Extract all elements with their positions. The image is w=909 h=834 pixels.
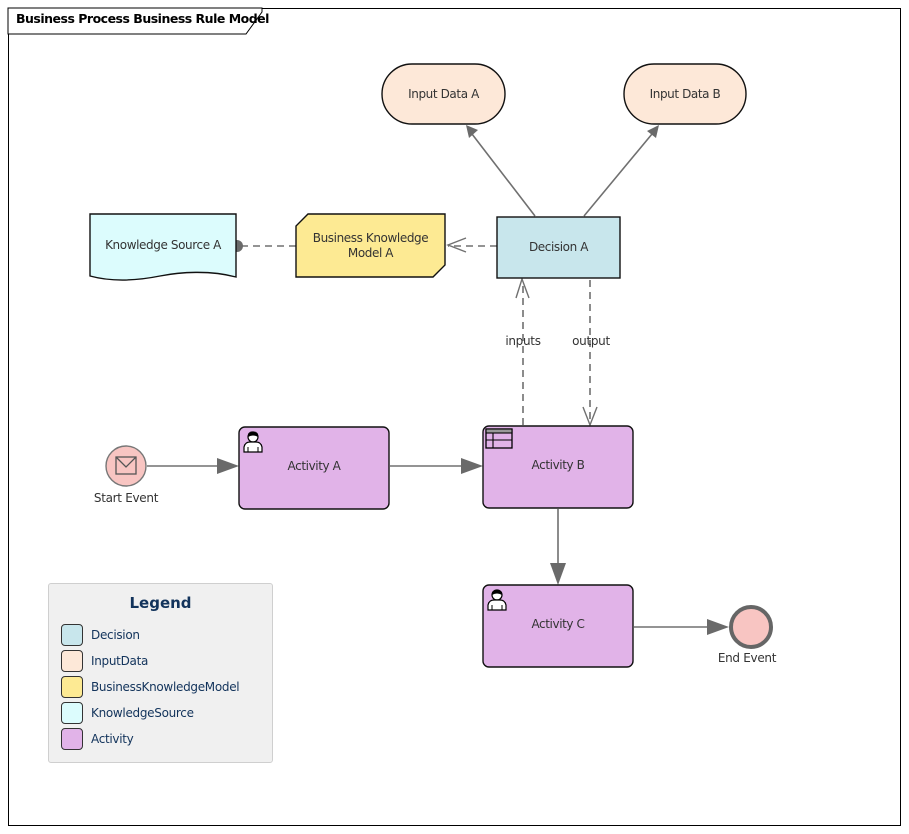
connector-activity-a-to-activity-b[interactable] — [390, 458, 483, 474]
legend-swatch — [61, 728, 83, 750]
arrowhead — [647, 125, 659, 138]
arrowhead — [550, 563, 566, 585]
connector-decision-to-input-b[interactable] — [583, 125, 659, 217]
legend-item-decision: Decision — [61, 623, 140, 647]
legend-label: KnowledgeSource — [91, 706, 194, 720]
arrowhead — [466, 125, 478, 138]
connector-decision-to-bkm[interactable] — [446, 237, 497, 253]
bkm-a-label: Business Knowledge Model A — [312, 230, 429, 260]
input-data-a-label: Input Data A — [408, 86, 479, 101]
arrowhead — [461, 458, 483, 474]
legend-item-activity: Activity — [61, 727, 134, 751]
legend-label: Decision — [91, 628, 140, 642]
connector-activity-c-to-end[interactable] — [634, 619, 729, 635]
connector-decision-to-activity-b-output[interactable] — [582, 280, 598, 427]
legend-item-knowledgesource: KnowledgeSource — [61, 701, 194, 725]
connector-start-to-activity-a[interactable] — [147, 458, 239, 474]
start-event-label: Start Event — [93, 491, 159, 505]
decision-a-label: Decision A — [528, 240, 589, 254]
input-data-b-label: Input Data B — [649, 86, 721, 101]
legend-label: Activity — [91, 732, 134, 746]
connector-bkm-to-knowledge-source[interactable] — [231, 240, 296, 252]
legend-item-inputdata: InputData — [61, 649, 148, 673]
connector-activity-b-to-activity-c[interactable] — [550, 509, 566, 585]
legend-item-bkm: BusinessKnowledgeModel — [61, 675, 240, 699]
legend-title: Legend — [129, 594, 192, 612]
activity-b-label: Activity B — [531, 457, 585, 472]
open-arrowhead — [446, 237, 467, 253]
connector-label-inputs: inputs — [505, 334, 541, 348]
knowledge-source-a-label: Knowledge Source A — [105, 237, 221, 252]
end-event-label: End Event — [717, 651, 777, 665]
arrowhead — [707, 619, 729, 635]
activity-c-label: Activity C — [531, 616, 585, 631]
legend-swatch — [61, 676, 83, 698]
activity-a-label: Activity A — [287, 458, 341, 473]
connector-label-output: output — [572, 334, 610, 348]
legend-swatch — [61, 624, 83, 646]
connector-activity-b-to-decision-inputs[interactable] — [515, 276, 530, 425]
arrowhead — [217, 458, 239, 474]
legend-swatch — [61, 702, 83, 724]
legend-label: BusinessKnowledgeModel — [91, 680, 240, 694]
legend-swatch — [61, 650, 83, 672]
legend: Legend Decision InputData BusinessKnowle… — [48, 583, 273, 763]
start-event-shape[interactable] — [105, 445, 147, 487]
connector-decision-to-input-a[interactable] — [466, 125, 536, 217]
diagram-title: Business Process Business Rule Model — [16, 11, 269, 26]
end-event-shape[interactable] — [729, 605, 773, 649]
legend-label: InputData — [91, 654, 149, 668]
